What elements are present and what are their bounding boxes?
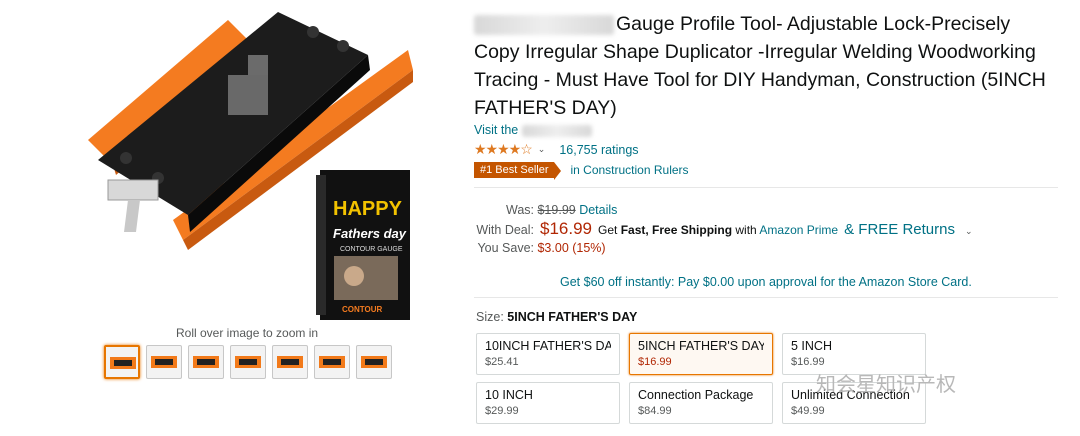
- divider: [474, 297, 1058, 298]
- details-link[interactable]: Details: [579, 203, 617, 217]
- divider: [474, 187, 1058, 188]
- zoom-hint: Roll over image to zoom in: [176, 326, 319, 340]
- box-text-top: HAPPY: [333, 198, 403, 220]
- chevron-down-icon[interactable]: ⌄: [538, 144, 546, 155]
- store-card-offer-link[interactable]: Get $60 off instantly: Pay $0.00 upon ap…: [560, 275, 972, 289]
- deal-price: $16.99: [540, 219, 592, 238]
- was-label: Was:: [505, 203, 534, 217]
- box-text-sub: CONTOUR GAUGE: [340, 246, 403, 253]
- size-label-text: Size:: [476, 310, 504, 324]
- bestseller-badge[interactable]: #1 Best Seller: [474, 162, 563, 180]
- shipping-bold: Fast, Free Shipping: [620, 223, 733, 237]
- save-label: You Save:: [477, 241, 534, 255]
- thumbnail-3[interactable]: [188, 345, 224, 379]
- size-option[interactable]: 10INCH FATHER'S DAY $25.41: [476, 333, 620, 375]
- shipping-prefix: Get: [598, 223, 618, 237]
- free-returns-link[interactable]: & FREE Returns: [844, 221, 955, 238]
- size-option-name: 10INCH FATHER'S DAY: [485, 339, 611, 353]
- size-option-name: 5INCH FATHER'S DAY: [638, 339, 764, 353]
- ratings-count-link[interactable]: 16,755 ratings: [559, 143, 638, 157]
- thumbnail-4[interactable]: [230, 345, 266, 379]
- rating-row: ★★★★☆ ⌄ 16,755 ratings: [474, 141, 639, 158]
- brand-link[interactable]: Visit the: [474, 123, 592, 137]
- size-selected: 5INCH FATHER'S DAY: [507, 310, 638, 324]
- size-option[interactable]: 10 INCH $29.99: [476, 382, 620, 424]
- size-option-name: Connection Package: [638, 388, 754, 402]
- star-rating-icon[interactable]: ★★★★☆: [474, 141, 533, 158]
- thumbnail-6[interactable]: [314, 345, 350, 379]
- bestseller-category-link[interactable]: in Construction Rulers: [570, 163, 688, 177]
- thumbnail-7[interactable]: [356, 345, 392, 379]
- deal-label: With Deal:: [476, 223, 534, 237]
- size-option-price: $25.41: [485, 356, 519, 368]
- was-price-row: Was: $19.99 Details: [476, 203, 617, 217]
- product-title: Gauge Profile Tool- Adjustable Lock-Prec…: [474, 10, 1059, 122]
- box-text-mid: Fathers day: [333, 226, 407, 241]
- thumbnail-5[interactable]: [272, 345, 308, 379]
- box-text-bottom: CONTOUR: [342, 305, 383, 314]
- thumbnail-2[interactable]: [146, 345, 182, 379]
- size-label: Size: 5INCH FATHER'S DAY: [476, 310, 637, 324]
- thumbnail-1[interactable]: [104, 345, 140, 379]
- size-option[interactable]: Connection Package $84.99: [629, 382, 773, 424]
- size-option-price: $29.99: [485, 405, 519, 417]
- chevron-down-icon[interactable]: ⌄: [965, 226, 973, 237]
- you-save-row: You Save: $3.00 (15%): [476, 241, 606, 255]
- size-option-selected[interactable]: 5INCH FATHER'S DAY $16.99: [629, 333, 773, 375]
- size-option-price: $16.99: [638, 356, 672, 368]
- brand-prefix: Visit the: [474, 123, 519, 137]
- size-option-name: 5 INCH: [791, 339, 832, 353]
- size-option-price: $16.99: [791, 356, 825, 368]
- watermark: 知会星知识产权: [816, 372, 956, 396]
- prime-link[interactable]: Amazon Prime: [759, 223, 838, 237]
- shipping-with: with: [735, 223, 757, 237]
- blurred-brand: [474, 14, 614, 35]
- main-product-image[interactable]: HAPPY Fathers day CONTOUR GAUGE CONTOUR: [78, 10, 423, 322]
- size-option-price: $49.99: [791, 405, 825, 417]
- thumbnail-strip: [104, 345, 392, 379]
- size-option-name: 10 INCH: [485, 388, 533, 402]
- size-option-price: $84.99: [638, 405, 672, 417]
- blurred-brand-name: [521, 124, 592, 137]
- bestseller-row: #1 Best Seller in Construction Rulers: [474, 162, 689, 180]
- was-price: $19.99: [537, 203, 576, 217]
- save-value: $3.00 (15%): [537, 241, 606, 255]
- deal-price-row: With Deal: $16.99 Get Fast, Free Shippin…: [476, 219, 973, 239]
